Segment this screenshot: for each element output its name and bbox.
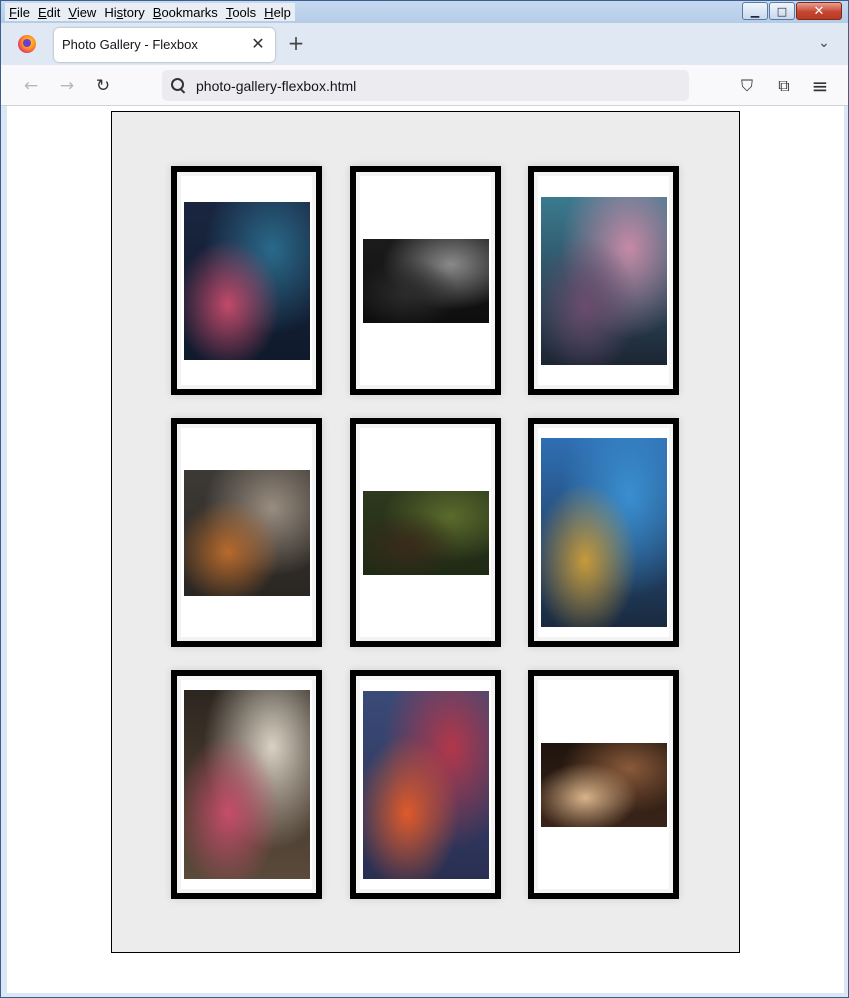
photo-gallery [111,111,740,953]
tab-strip: Photo Gallery - Flexbox ✕ + ⌄ [1,23,848,65]
minimize-button[interactable]: ▁ [742,2,768,20]
camping-mugs-photo [362,490,489,575]
url-bar[interactable]: photo-gallery-flexbox.html [162,70,689,101]
menu-view[interactable]: View [64,3,100,21]
forward-icon[interactable]: → [54,73,80,99]
menu-history[interactable]: History [100,3,148,21]
close-icon: ✕ [813,3,825,19]
photo-frame [528,418,679,647]
photo-frame [171,166,322,395]
photo-mat [356,172,495,389]
photo-mat [356,424,495,641]
maximize-button[interactable]: □ [769,2,795,20]
menu-bookmarks[interactable]: Bookmarks [149,3,222,21]
night-street-photo [183,201,310,360]
tab-photo-gallery[interactable]: Photo Gallery - Flexbox ✕ [54,28,275,62]
firefox-view-icon[interactable] [18,35,36,53]
photo-frame [350,418,501,647]
photo-mat [534,424,673,641]
tab-close-icon[interactable]: ✕ [249,34,267,54]
menu-help[interactable]: Help [260,3,295,21]
extensions-icon[interactable]: ⧉ [771,73,797,99]
menu-edit-accel: E [37,5,47,20]
navigation-toolbar: ← → ↻ photo-gallery-flexbox.html ⛉ ⧉ ≡ [1,65,848,106]
photo-frame [171,418,322,647]
menu-edit[interactable]: Edit [34,3,64,21]
menu-file[interactable]: File [5,3,34,21]
photo-frame [350,670,501,899]
browser-window: File Edit View History Bookmarks Tools H… [0,0,849,998]
photo-frame [350,166,501,395]
menu-file-label: ile [16,5,30,20]
new-tab-icon[interactable]: + [285,31,307,55]
menu-edit-label: dit [46,5,61,20]
menu-tools-label: ools [232,5,257,20]
menu-bar: File Edit View History Bookmarks Tools H… [1,1,848,23]
menu-help-accel: H [264,5,274,20]
photo-frame [528,166,679,395]
menu-bookmarks-label: ookmarks [161,5,218,20]
back-icon[interactable]: ← [18,73,44,99]
url-text[interactable]: photo-gallery-flexbox.html [196,78,356,94]
menu-view-accel: V [68,5,77,20]
flower-bouquet-photo [183,690,310,879]
photo-mat [534,676,673,893]
red-sunset-clouds-photo [362,690,489,879]
page-viewport [7,106,844,993]
menu-history-label: tory [123,5,145,20]
tab-title: Photo Gallery - Flexbox [62,37,198,52]
spiral-staircase-photo [540,742,667,827]
menu-view-label: iew [76,5,97,20]
menu-file-accel: F [9,5,17,20]
photo-mat [177,676,316,893]
search-icon [170,77,186,93]
city-bridge-dusk-photo [540,438,667,627]
reload-icon[interactable]: ↻ [90,73,116,99]
minimize-icon: ▁ [750,4,760,18]
dachshund-photo [183,469,310,596]
stadium-sunset-photo [540,196,667,365]
photo-frame [171,670,322,899]
photo-mat [177,172,316,389]
close-window-button[interactable]: ✕ [796,2,842,20]
menu-icon[interactable]: ≡ [807,73,833,99]
menu-history-pre: Hi [104,5,117,20]
photo-mat [534,172,673,389]
pocket-icon[interactable]: ⛉ [734,73,760,99]
menu-tools[interactable]: Tools [222,3,260,21]
photo-mat [177,424,316,641]
photo-mat [356,676,495,893]
maximize-icon: □ [776,4,788,18]
menu-help-label: elp [273,5,291,20]
photo-frame [528,670,679,899]
menu-items: File Edit View History Bookmarks Tools H… [5,3,295,21]
window-controls: ▁ □ ✕ [741,2,842,20]
cat-photo [362,238,489,323]
list-all-tabs-icon[interactable]: ⌄ [814,31,834,55]
